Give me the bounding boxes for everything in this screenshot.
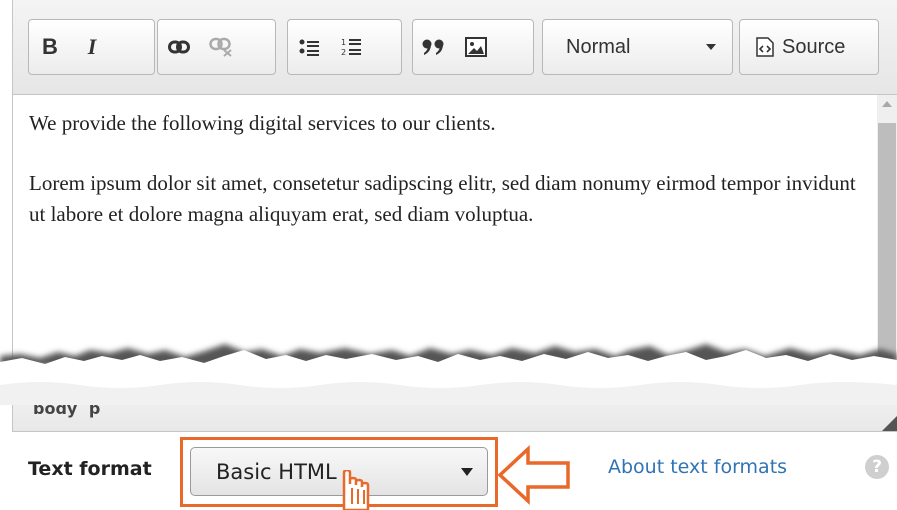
svg-text:1: 1: [341, 38, 346, 47]
unlink-icon: [209, 37, 232, 57]
editor-toolbar: B I 1 2 Normal Source: [13, 0, 897, 95]
lists-group: 1 2: [287, 19, 402, 75]
help-icon[interactable]: ?: [865, 455, 889, 479]
paragraph-format-value: Normal: [566, 35, 631, 58]
text-format-value: Basic HTML: [216, 459, 337, 484]
link-button[interactable]: [158, 20, 200, 74]
bulleted-list-icon: [299, 39, 319, 56]
hand-cursor-icon: [342, 470, 370, 510]
svg-text:2: 2: [341, 48, 346, 57]
link-icon: [168, 40, 190, 54]
editor-content-area[interactable]: We provide the following digital service…: [29, 108, 859, 230]
italic-button[interactable]: I: [71, 20, 113, 74]
chevron-down-icon: [461, 467, 473, 476]
source-button[interactable]: Source: [739, 19, 879, 75]
basic-styles-group: B I: [28, 19, 155, 75]
chevron-down-icon: [706, 44, 716, 50]
about-text-formats-link[interactable]: About text formats: [608, 456, 787, 478]
blocks-group: [412, 19, 534, 75]
links-group: [157, 19, 276, 75]
blockquote-button[interactable]: [413, 20, 455, 74]
resize-handle-icon[interactable]: [881, 416, 897, 431]
content-paragraph: Lorem ipsum dolor sit amet, consetetur s…: [29, 171, 856, 226]
source-icon: [756, 37, 774, 57]
paragraph-format-dropdown[interactable]: Normal: [542, 19, 733, 75]
numbered-list-icon: 1 2: [341, 38, 361, 57]
bulleted-list-button[interactable]: [288, 20, 330, 74]
pointer-arrow-icon: [497, 444, 570, 506]
content-paragraph: We provide the following digital service…: [29, 111, 496, 135]
unlink-button[interactable]: [200, 20, 242, 74]
scroll-up-arrow-icon[interactable]: [882, 101, 892, 107]
image-button[interactable]: [455, 20, 497, 74]
source-button-label: Source: [782, 35, 846, 58]
numbered-list-button[interactable]: 1 2: [330, 20, 372, 74]
bold-button[interactable]: B: [29, 20, 71, 74]
blockquote-icon: [422, 39, 444, 55]
text-format-label: Text format: [28, 458, 152, 480]
image-icon: [465, 37, 487, 57]
torn-edge-divider: [0, 344, 897, 405]
